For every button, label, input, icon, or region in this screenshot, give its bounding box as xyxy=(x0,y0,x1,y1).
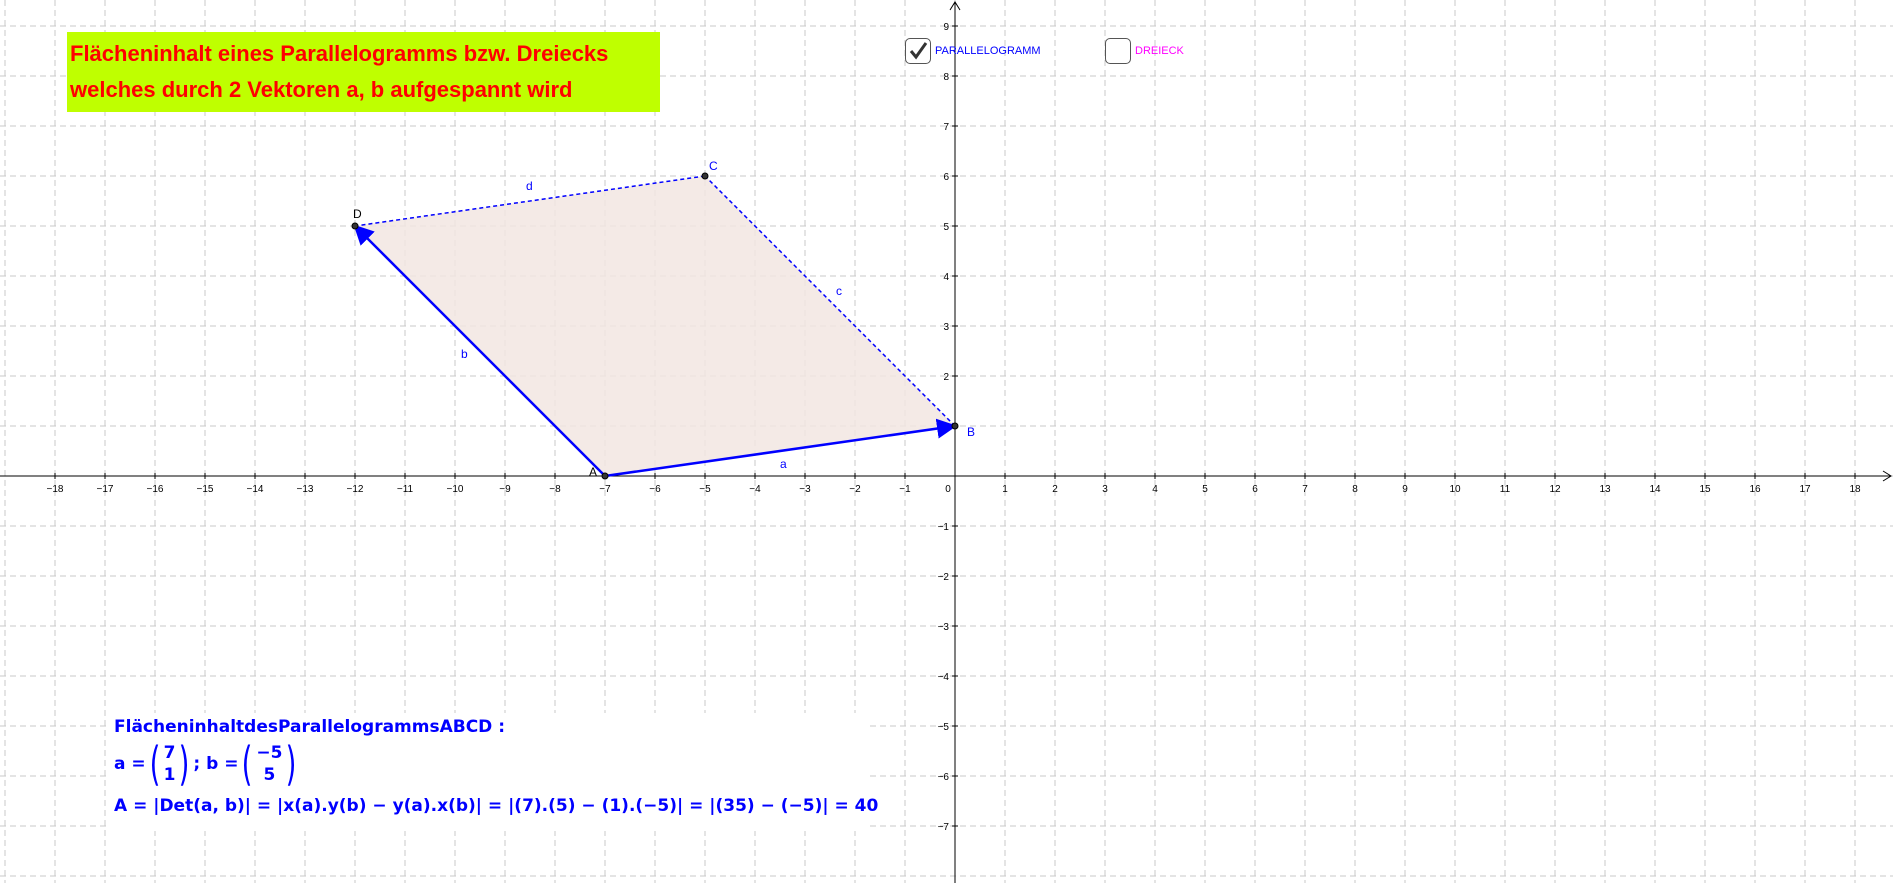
point-d[interactable] xyxy=(351,222,359,230)
x-tick-label: 5 xyxy=(1202,484,1208,495)
x-tick-label: −10 xyxy=(447,484,464,495)
x-tick-label: 8 xyxy=(1352,484,1358,495)
y-tick-label: 6 xyxy=(943,172,949,183)
checkbox-box[interactable] xyxy=(1105,38,1131,64)
vector-a-label: a xyxy=(780,457,787,471)
y-tick-label: −5 xyxy=(938,722,950,733)
y-tick-label: 7 xyxy=(943,122,949,133)
point-c-label: C xyxy=(709,159,718,173)
x-tick-label: 6 xyxy=(1252,484,1258,495)
vector-definition: a = ( 7 1 ) ; b = ( −5 5 ) xyxy=(114,741,300,787)
y-tick-label: −2 xyxy=(938,572,950,583)
title-line-2: welches durch 2 Vektoren a, b aufgespann… xyxy=(70,77,573,102)
y-tick-label: 2 xyxy=(943,372,949,383)
y-tick-label: 5 xyxy=(943,222,949,233)
y-tick-label: 3 xyxy=(943,322,949,333)
point-b[interactable] xyxy=(951,422,959,430)
x-tick-label: −7 xyxy=(599,484,611,495)
point-b-label: B xyxy=(967,425,975,439)
y-tick-label: 4 xyxy=(943,272,949,283)
point-c[interactable] xyxy=(701,172,709,180)
parallelogramm-checkbox[interactable]: PARALLELOGRAMM xyxy=(905,38,1041,64)
dreieck-checkbox[interactable]: DREIECK xyxy=(1105,38,1184,64)
x-tick-label: 11 xyxy=(1500,484,1511,495)
x-tick-label: −15 xyxy=(197,484,214,495)
y-tick-label: 8 xyxy=(943,72,949,83)
vector-b-matrix: ( −5 5 ) xyxy=(242,737,297,791)
vector-a-matrix: ( 7 1 ) xyxy=(149,737,190,791)
segment-d-label: d xyxy=(526,179,533,193)
dreieck-checkbox-label: DREIECK xyxy=(1135,45,1184,57)
x-tick-label: 12 xyxy=(1549,484,1561,495)
y-tick-label: −1 xyxy=(938,522,950,533)
x-tick-label: 16 xyxy=(1749,484,1761,495)
x-tick-label: −16 xyxy=(147,484,164,495)
title-box: Flächeninhalt eines Parallelogramms bzw.… xyxy=(67,32,660,112)
x-tick-label: 2 xyxy=(1052,484,1058,495)
vector-a-y: 1 xyxy=(163,765,176,785)
x-tick-label: 9 xyxy=(1402,484,1408,495)
checkbox-box[interactable] xyxy=(905,38,931,64)
x-tick-label: 7 xyxy=(1302,484,1308,495)
x-tick-label: −12 xyxy=(347,484,364,495)
x-tick-label: 14 xyxy=(1649,484,1661,495)
y-tick-label: 9 xyxy=(943,22,949,33)
x-tick-label: −14 xyxy=(247,484,264,495)
x-tick-label: 15 xyxy=(1699,484,1711,495)
x-tick-label: 1 xyxy=(1002,484,1008,495)
x-tick-label: 18 xyxy=(1849,484,1861,495)
x-tick-label: −5 xyxy=(699,484,711,495)
x-tick-label: −2 xyxy=(849,484,861,495)
x-tick-label: −13 xyxy=(297,484,314,495)
vector-a-x: 7 xyxy=(163,743,176,763)
x-tick-label: −17 xyxy=(97,484,114,495)
x-tick-label: 13 xyxy=(1599,484,1611,495)
parallelogramm-checkbox-label: PARALLELOGRAMM xyxy=(935,45,1041,57)
vector-a-prefix: a = xyxy=(114,754,146,774)
x-tick-label: −3 xyxy=(799,484,811,495)
x-tick-label: −9 xyxy=(499,484,511,495)
formula-panel: FlächeninhaltdesParallelogrammsABCD : a … xyxy=(106,713,878,831)
title-line-1: Flächeninhalt eines Parallelogramms bzw.… xyxy=(70,41,609,66)
vector-b-label: b xyxy=(461,347,468,361)
area-formula: A = |Det(a, b)| = |x(a).y(b) − y(a).x(b)… xyxy=(114,796,879,816)
y-tick-label: −3 xyxy=(938,622,950,633)
x-tick-label: −1 xyxy=(899,484,911,495)
x-tick-label: 3 xyxy=(1102,484,1108,495)
y-tick-label: −6 xyxy=(938,772,950,783)
x-tick-label: 10 xyxy=(1449,484,1461,495)
point-a[interactable] xyxy=(601,472,609,480)
y-tick-label: −4 xyxy=(938,672,950,683)
vector-b-x: −5 xyxy=(256,743,283,763)
formula-heading: FlächeninhaltdesParallelogrammsABCD : xyxy=(114,717,506,737)
segment-c-label: c xyxy=(836,284,842,298)
vector-separator: ; b = xyxy=(193,754,239,774)
x-tick-label: 0 xyxy=(945,484,951,495)
x-tick-label: −8 xyxy=(549,484,561,495)
x-tick-label: −6 xyxy=(649,484,661,495)
x-tick-label: −4 xyxy=(749,484,761,495)
x-tick-label: 17 xyxy=(1799,484,1811,495)
y-tick-label: −7 xyxy=(938,822,950,833)
x-tick-label: −11 xyxy=(397,484,414,495)
point-a-label: A xyxy=(589,465,597,479)
x-tick-label: 4 xyxy=(1152,484,1158,495)
x-tick-label: −18 xyxy=(47,484,64,495)
checkmark-icon xyxy=(909,42,928,60)
point-d-label: D xyxy=(353,207,362,221)
vector-b-y: 5 xyxy=(263,765,276,785)
